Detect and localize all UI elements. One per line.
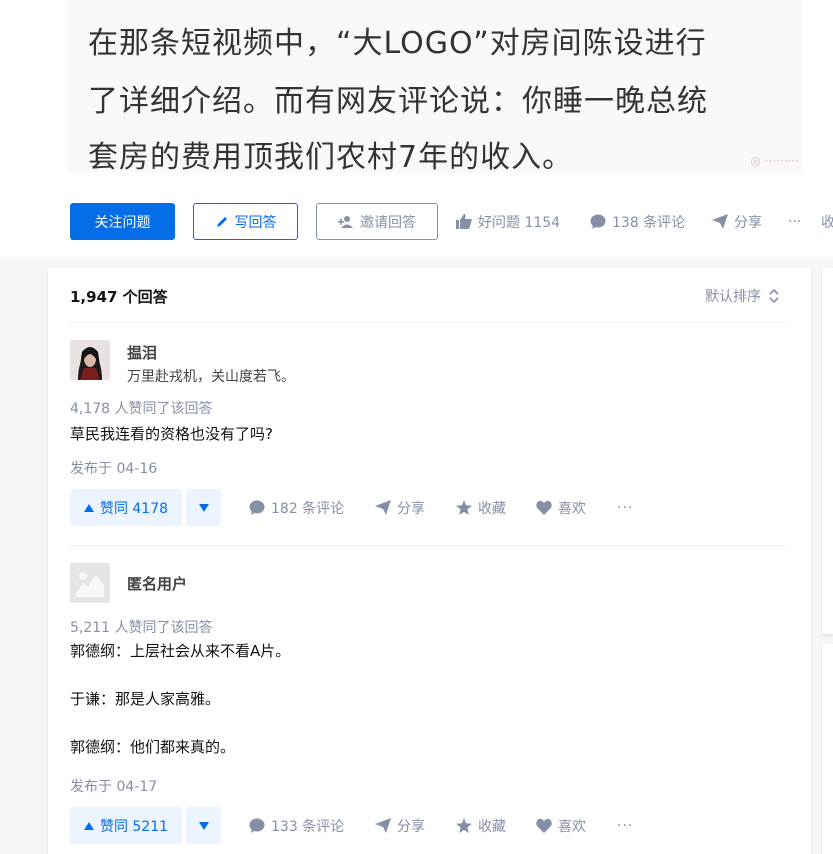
answer-paragraph: 于谦：那是人家高雅。 <box>70 690 221 708</box>
more-icon: ··· <box>788 213 802 230</box>
like-label: 喜欢 <box>558 500 586 517</box>
answer-content[interactable]: 郭德纲：上层社会从来不看A片。 于谦：那是人家高雅。 郭德纲：他们都来真的。 <box>70 639 290 759</box>
comment-icon <box>249 818 265 833</box>
invite-answer-button[interactable]: 邀请回答 <box>316 203 438 240</box>
answer-paragraph: 郭德纲：上层社会从来不看A片。 <box>70 642 291 660</box>
like-label: 喜欢 <box>558 818 586 835</box>
follow-question-button[interactable]: 关注问题 <box>70 203 175 240</box>
question-header: 在那条短视频中，“大LOGO”对房间陈设进行 了详细介绍。而有网友评论说：你睡一… <box>0 0 833 257</box>
sort-toggle-icon <box>769 289 779 303</box>
share-question-button[interactable]: 分享 <box>712 203 762 240</box>
upvote-button[interactable]: 赞同 5211 <box>70 807 182 844</box>
answer-paragraph: 草民我连看的资格也没有了吗? <box>70 425 273 443</box>
collect-label: 收藏 <box>478 500 506 517</box>
paper-plane-icon <box>375 818 391 833</box>
author-name[interactable]: 揾泪 <box>127 342 157 363</box>
share-button[interactable]: 分享 <box>375 807 425 844</box>
more-options-button[interactable]: ··· <box>617 489 633 526</box>
thumbs-up-icon <box>456 214 472 229</box>
image-text-line-1: 在那条短视频中，“大LOGO”对房间陈设进行 <box>88 26 707 61</box>
publish-time[interactable]: 发布于 04-16 <box>70 458 157 478</box>
downvote-button[interactable] <box>186 489 221 526</box>
question-image[interactable]: 在那条短视频中，“大LOGO”对房间陈设进行 了详细介绍。而有网友评论说：你睡一… <box>68 0 803 172</box>
watermark-icon: ◎ ········· <box>750 154 799 168</box>
image-text-line-3: 套房的费用顶我们农村7年的收入。 <box>88 140 574 172</box>
vote-count-meta: 4,178 人赞同了该回答 <box>70 401 213 417</box>
like-button[interactable]: 喜欢 <box>536 489 586 526</box>
share-label: 分享 <box>397 500 425 517</box>
sidebar-card <box>822 268 833 634</box>
publish-time[interactable]: 发布于 04-17 <box>70 776 157 796</box>
answer-divider <box>70 545 789 546</box>
triangle-down-icon <box>198 821 209 830</box>
share-label: 分享 <box>397 818 425 835</box>
sort-selector[interactable]: 默认排序 <box>705 286 779 306</box>
triangle-up-icon <box>83 503 94 512</box>
write-answer-button[interactable]: 写回答 <box>193 203 298 240</box>
upvote-label: 赞同 4178 <box>99 500 169 517</box>
answer-content[interactable]: 草民我连看的资格也没有了吗? <box>70 422 273 446</box>
more-options-button[interactable]: ··· <box>617 807 633 844</box>
good-question-label: 好问题 1154 <box>478 214 561 231</box>
comments-label: 133 条评论 <box>271 818 345 835</box>
like-button[interactable]: 喜欢 <box>536 807 586 844</box>
paper-plane-icon <box>375 500 391 515</box>
paper-plane-icon <box>712 214 728 229</box>
question-actions-bar: 关注问题 写回答 邀请回答 好问题 1154 138 条评论 分享 ··· 收 <box>0 203 833 241</box>
triangle-down-icon <box>198 503 209 512</box>
collect-button[interactable]: 收藏 <box>456 807 506 844</box>
star-icon <box>456 500 472 515</box>
answer-actions: 赞同 5211 133 条评论 分享 收藏 喜欢 ··· <box>70 807 789 844</box>
collect-question-button[interactable]: 收 <box>821 203 833 240</box>
triangle-up-icon <box>83 821 94 830</box>
upvote-label: 赞同 5211 <box>99 818 169 835</box>
avatar[interactable] <box>70 563 110 603</box>
answer-item: 揾泪 万里赴戎机，关山度若飞。 4,178 人赞同了该回答 草民我连看的资格也没… <box>70 340 789 550</box>
answer-actions: 赞同 4178 182 条评论 分享 收藏 喜欢 ··· <box>70 489 789 526</box>
answer-list-card: 1,947 个回答 默认排序 揾泪 万里赴戎机，关山度若飞。 4,178 人赞同… <box>48 268 811 854</box>
comments-label: 182 条评论 <box>271 500 345 517</box>
downvote-button[interactable] <box>186 807 221 844</box>
share-question-label: 分享 <box>734 214 762 231</box>
share-button[interactable]: 分享 <box>375 489 425 526</box>
avatar[interactable] <box>70 340 110 380</box>
pencil-icon <box>215 215 229 229</box>
collect-button[interactable]: 收藏 <box>456 489 506 526</box>
sort-label: 默认排序 <box>705 289 761 305</box>
heart-icon <box>536 500 552 515</box>
collect-question-label: 收 <box>821 214 833 231</box>
vote-count-meta: 5,211 人赞同了该回答 <box>70 620 213 636</box>
answer-list-header: 1,947 个回答 默认排序 <box>70 268 789 323</box>
author-name[interactable]: 匿名用户 <box>127 573 187 594</box>
answer-count: 1,947 个回答 <box>70 288 168 306</box>
more-options-button[interactable]: ··· <box>788 203 801 240</box>
comments-button[interactable]: 133 条评论 <box>249 807 344 844</box>
author-bio: 万里赴戎机，关山度若飞。 <box>127 369 295 385</box>
add-user-icon <box>338 215 354 229</box>
good-question-button[interactable]: 好问题 1154 <box>456 203 560 240</box>
collect-label: 收藏 <box>478 818 506 835</box>
write-answer-label: 写回答 <box>234 214 277 231</box>
comment-icon <box>590 214 606 229</box>
image-text-line-2: 了详细介绍。而有网友评论说：你睡一晚总统 <box>88 84 708 119</box>
star-icon <box>456 818 472 833</box>
answer-item: 匿名用户 5,211 人赞同了该回答 郭德纲：上层社会从来不看A片。 于谦：那是… <box>70 563 789 854</box>
heart-icon <box>536 818 552 833</box>
question-comments-label: 138 条评论 <box>612 214 686 231</box>
upvote-button[interactable]: 赞同 4178 <box>70 489 182 526</box>
question-comments-button[interactable]: 138 条评论 <box>590 203 685 240</box>
sidebar-card <box>822 644 833 854</box>
invite-answer-label: 邀请回答 <box>360 214 416 231</box>
comments-button[interactable]: 182 条评论 <box>249 489 344 526</box>
answer-paragraph: 郭德纲：他们都来真的。 <box>70 738 236 756</box>
comment-icon <box>249 500 265 515</box>
